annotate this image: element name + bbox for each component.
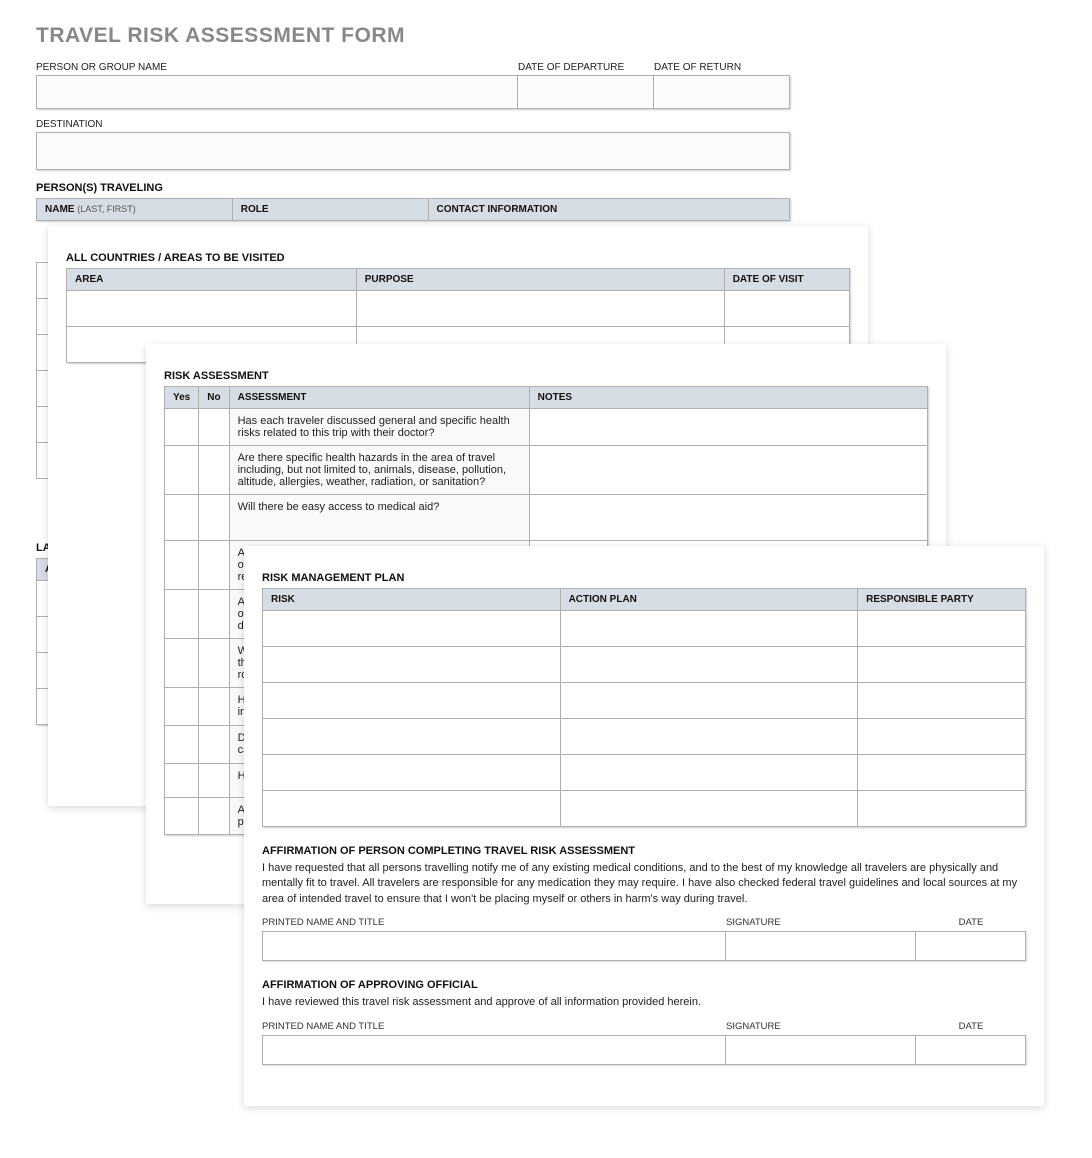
heading-countries: ALL COUNTRIES / AREAS TO BE VISITED bbox=[66, 252, 850, 264]
label-person-group: PERSON OR GROUP NAME bbox=[36, 62, 518, 73]
heading-plan: RISK MANAGEMENT PLAN bbox=[262, 572, 1026, 584]
label-destination: DESTINATION bbox=[36, 119, 790, 130]
label-return: DATE OF RETURN bbox=[654, 62, 790, 73]
no-cell[interactable] bbox=[199, 541, 229, 590]
affirm2-name-label: PRINTED NAME AND TITLE bbox=[262, 1021, 726, 1032]
affirm1-name-input[interactable] bbox=[262, 931, 726, 961]
no-cell[interactable] bbox=[199, 726, 229, 764]
table-row[interactable] bbox=[67, 291, 357, 327]
plan-party-header: RESPONSIBLE PARTY bbox=[858, 589, 1026, 611]
countries-area-header: AREA bbox=[67, 269, 357, 291]
affirm1-date-input[interactable] bbox=[916, 931, 1026, 961]
countries-purpose-header: PURPOSE bbox=[356, 269, 724, 291]
persons-table: NAME (LAST, FIRST) ROLE CONTACT INFORMAT… bbox=[36, 198, 790, 221]
notes-cell[interactable] bbox=[529, 446, 927, 495]
no-cell[interactable] bbox=[199, 639, 229, 688]
affirm1-signature-input[interactable] bbox=[726, 931, 916, 961]
plan-risk-header: RISK bbox=[263, 589, 561, 611]
label-departure: DATE OF DEPARTURE bbox=[518, 62, 654, 73]
yes-cell[interactable] bbox=[165, 590, 199, 639]
table-row[interactable] bbox=[263, 611, 561, 647]
heading-persons: PERSON(S) TRAVELING bbox=[36, 182, 790, 194]
no-cell[interactable] bbox=[199, 688, 229, 726]
table-row[interactable] bbox=[263, 791, 561, 827]
form-title: TRAVEL RISK ASSESSMENT FORM bbox=[36, 24, 790, 48]
yes-cell[interactable] bbox=[165, 446, 199, 495]
yes-cell[interactable] bbox=[165, 764, 199, 798]
persons-role-header: ROLE bbox=[232, 199, 428, 221]
no-cell[interactable] bbox=[199, 495, 229, 541]
assessment-question: Will there be easy access to medical aid… bbox=[229, 495, 529, 541]
affirm1-signature-label: SIGNATURE bbox=[726, 917, 916, 928]
assessment-yes-header: Yes bbox=[165, 387, 199, 409]
heading-affirm1: AFFIRMATION OF PERSON COMPLETING TRAVEL … bbox=[262, 845, 1026, 857]
yes-cell[interactable] bbox=[165, 495, 199, 541]
countries-date-header: DATE OF VISIT bbox=[724, 269, 849, 291]
no-cell[interactable] bbox=[199, 590, 229, 639]
no-cell[interactable] bbox=[199, 798, 229, 835]
yes-cell[interactable] bbox=[165, 409, 199, 446]
table-row[interactable] bbox=[263, 719, 561, 755]
assessment-question: Are there specific health hazards in the… bbox=[229, 446, 529, 495]
assessment-assessment-header: ASSESSMENT bbox=[229, 387, 529, 409]
notes-cell[interactable] bbox=[529, 495, 927, 541]
plan-table: RISK ACTION PLAN RESPONSIBLE PARTY bbox=[262, 588, 1026, 827]
yes-cell[interactable] bbox=[165, 688, 199, 726]
input-destination[interactable] bbox=[36, 132, 790, 170]
yes-cell[interactable] bbox=[165, 541, 199, 590]
plan-action-header: ACTION PLAN bbox=[560, 589, 858, 611]
notes-cell[interactable] bbox=[529, 409, 927, 446]
heading-affirm2: AFFIRMATION OF APPROVING OFFICIAL bbox=[262, 979, 1026, 991]
yes-cell[interactable] bbox=[165, 639, 199, 688]
table-row[interactable] bbox=[263, 683, 561, 719]
page-4: RISK MANAGEMENT PLAN RISK ACTION PLAN RE… bbox=[244, 546, 1044, 1106]
affirm1-date-label: DATE bbox=[916, 917, 1026, 928]
affirm2-text: I have reviewed this travel risk assessm… bbox=[262, 995, 1026, 1010]
table-row[interactable] bbox=[263, 647, 561, 683]
affirm2-date-input[interactable] bbox=[916, 1035, 1026, 1065]
no-cell[interactable] bbox=[199, 764, 229, 798]
yes-cell[interactable] bbox=[165, 798, 199, 835]
affirm1-text: I have requested that all persons travel… bbox=[262, 861, 1026, 907]
no-cell[interactable] bbox=[199, 409, 229, 446]
heading-assessment: RISK ASSESSMENT bbox=[164, 370, 928, 382]
input-departure[interactable] bbox=[518, 75, 654, 109]
assessment-question: Has each traveler discussed general and … bbox=[229, 409, 529, 446]
no-cell[interactable] bbox=[199, 446, 229, 495]
affirm2-signature-input[interactable] bbox=[726, 1035, 916, 1065]
persons-contact-header: CONTACT INFORMATION bbox=[428, 199, 789, 221]
input-person-group[interactable] bbox=[36, 75, 518, 109]
affirm2-date-label: DATE bbox=[916, 1021, 1026, 1032]
affirm2-signature-label: SIGNATURE bbox=[726, 1021, 916, 1032]
affirm1-name-label: PRINTED NAME AND TITLE bbox=[262, 917, 726, 928]
table-row[interactable] bbox=[263, 755, 561, 791]
persons-name-header: NAME (LAST, FIRST) bbox=[37, 199, 233, 221]
yes-cell[interactable] bbox=[165, 726, 199, 764]
affirm2-name-input[interactable] bbox=[262, 1035, 726, 1065]
assessment-notes-header: NOTES bbox=[529, 387, 927, 409]
input-return[interactable] bbox=[654, 75, 790, 109]
assessment-no-header: No bbox=[199, 387, 229, 409]
